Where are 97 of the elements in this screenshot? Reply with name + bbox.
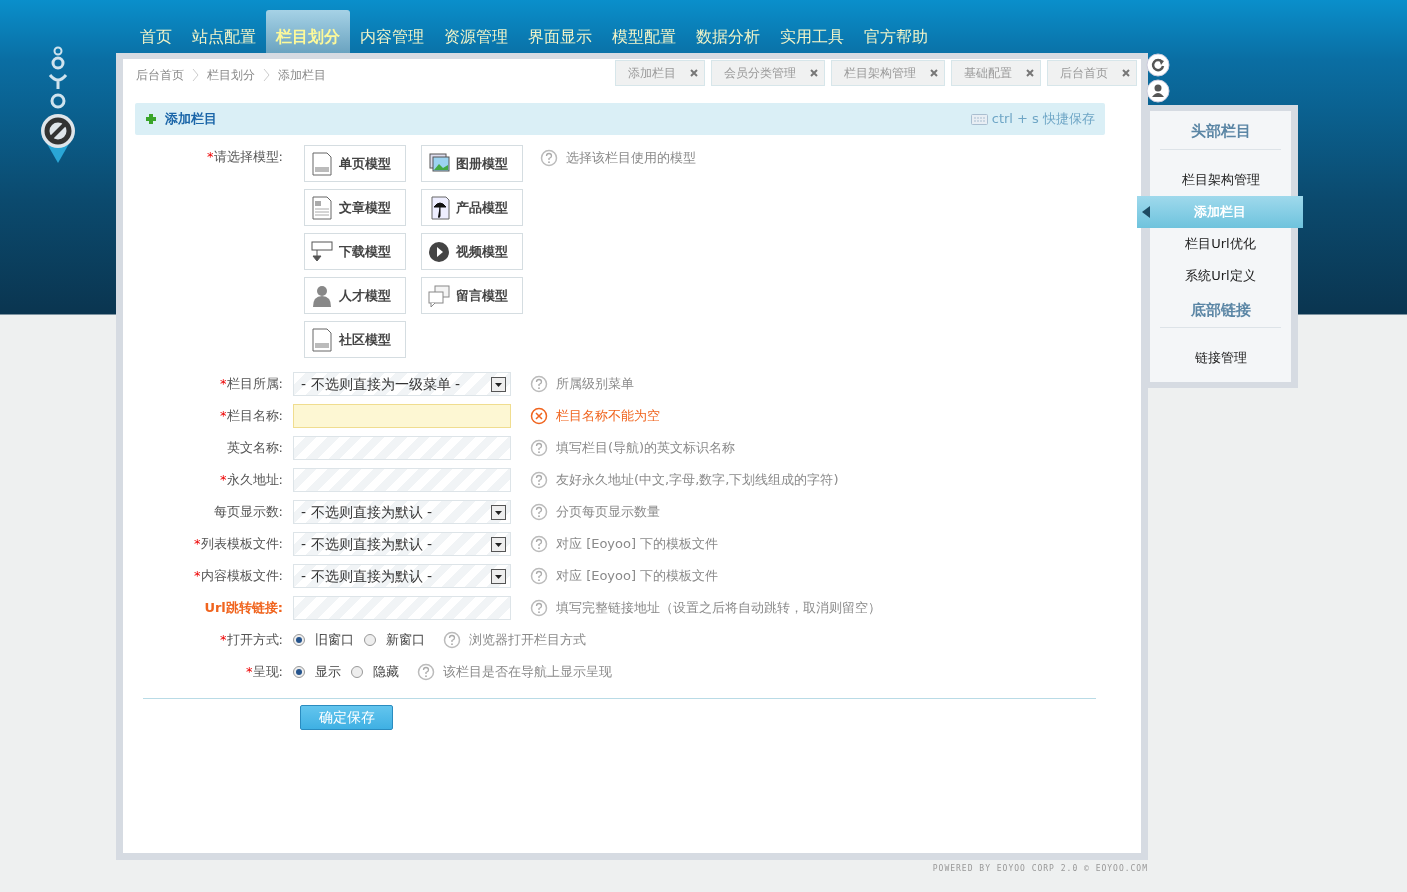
help-icon [530, 375, 548, 393]
document-icon [311, 195, 333, 220]
nav-tab[interactable]: 实用工具 [770, 10, 854, 53]
breadcrumb-link[interactable]: 添加栏目 [278, 66, 326, 84]
page-icon [311, 327, 333, 352]
nav-tab[interactable]: 资源管理 [434, 10, 518, 53]
input-field[interactable] [293, 468, 511, 492]
field-label: 英文名称: [225, 439, 284, 458]
close-icon [1122, 69, 1130, 77]
model-button[interactable]: 下载模型 [304, 233, 406, 270]
radio-button[interactable] [293, 666, 305, 678]
panel-title: 添加栏目 [165, 110, 217, 129]
nav-tab[interactable]: 内容管理 [350, 10, 434, 53]
nav-tab[interactable]: 官方帮助 [854, 10, 938, 53]
play-icon [428, 239, 450, 264]
nav-tab[interactable]: 站点配置 [182, 10, 266, 53]
sidebar-heading: 头部栏目 [1160, 117, 1281, 150]
hint-text: 对应 [Eoyoo] 下的模板文件 [556, 535, 719, 554]
footer-text: POWERED BY EOYOO CORP 2.0 © EOYOO.COM [931, 863, 1148, 875]
help-icon [530, 599, 548, 617]
breadcrumb-link[interactable]: 后台首页 [136, 66, 184, 84]
page-icon [311, 151, 333, 176]
sidebar-item[interactable]: 链接管理 [1150, 342, 1291, 374]
dropdown[interactable]: - 不选则直接为默认 - [293, 500, 511, 524]
breadcrumb-link[interactable]: 栏目划分 [207, 66, 255, 84]
radio-label[interactable]: 旧窗口 [315, 630, 354, 650]
model-button[interactable]: 产品模型 [421, 189, 523, 226]
radio-label[interactable]: 隐藏 [373, 662, 399, 682]
field-label: *内容模板文件: [193, 567, 284, 586]
close-icon [1026, 69, 1034, 77]
dropdown[interactable]: - 不选则直接为一级菜单 - [293, 372, 511, 396]
help-icon [443, 631, 461, 649]
download-icon [311, 239, 333, 264]
input-field[interactable] [293, 436, 511, 460]
help-icon [530, 567, 548, 585]
help-icon [417, 663, 435, 681]
field-label: *请选择模型: [206, 148, 284, 166]
sidebar-item[interactable]: 系统Url定义 [1150, 259, 1291, 292]
radio-label[interactable]: 显示 [315, 662, 341, 682]
error-message: 栏目名称不能为空 [556, 407, 660, 426]
hint-text: 对应 [Eoyoo] 下的模板文件 [556, 567, 719, 586]
input-field[interactable] [293, 404, 511, 428]
error-icon [530, 407, 548, 425]
hint-text: 浏览器打开栏目方式 [469, 631, 586, 650]
model-button[interactable]: 图册模型 [421, 145, 523, 182]
chevron-icon [263, 69, 270, 81]
dropdown[interactable]: - 不选则直接为默认 - [293, 564, 511, 588]
radio-label[interactable]: 新窗口 [386, 630, 425, 650]
nav-tab[interactable]: 界面显示 [518, 10, 602, 53]
triangle-icon [1142, 205, 1150, 218]
nav-tab[interactable]: 数据分析 [686, 10, 770, 53]
hint-text: 友好永久地址(中文,字母,数字,下划线组成的字符) [556, 471, 839, 490]
hint-text: 填写栏目(导航)的英文标识名称 [556, 439, 736, 458]
help-icon [530, 503, 548, 521]
radio-button[interactable] [351, 666, 363, 678]
model-button[interactable]: 视频模型 [421, 233, 523, 270]
sidebar-heading: 底部链接 [1160, 295, 1281, 328]
sidebar-item[interactable]: 栏目架构管理 [1150, 163, 1291, 196]
help-icon [540, 148, 558, 167]
help-icon [530, 471, 548, 489]
hint-text: 填写完整链接地址（设置之后将自动跳转，取消则留空） [556, 599, 881, 618]
close-icon [930, 69, 938, 77]
field-label: Url跳转链接: [203, 599, 284, 618]
chat-icon [428, 283, 450, 308]
nav-tab[interactable]: 模型配置 [602, 10, 686, 53]
hint-text: 选择该栏目使用的模型 [566, 149, 696, 167]
model-button[interactable]: 社区模型 [304, 321, 406, 358]
model-button[interactable]: 留言模型 [421, 277, 523, 314]
help-icon [530, 439, 548, 457]
field-label: 每页显示数: [212, 503, 284, 522]
model-button[interactable]: 单页模型 [304, 145, 406, 182]
sidebar-item[interactable]: 栏目Url优化 [1150, 227, 1291, 260]
close-icon [810, 69, 818, 77]
input-field[interactable] [293, 596, 511, 620]
dropdown[interactable]: - 不选则直接为默认 - [293, 532, 511, 556]
radio-button[interactable] [293, 634, 305, 646]
field-label: *栏目名称: [219, 407, 284, 426]
hint-text: 该栏目是否在导航上显示呈现 [443, 663, 612, 682]
radio-button[interactable] [364, 634, 376, 646]
field-label: *打开方式: [219, 631, 284, 650]
close-icon [690, 69, 698, 77]
chevron-icon [192, 69, 199, 81]
field-label: *呈现: [245, 663, 284, 682]
field-label: *栏目所属: [219, 375, 284, 394]
model-button[interactable]: 人才模型 [304, 277, 406, 314]
field-label: *永久地址: [219, 471, 284, 490]
nav-tab[interactable]: 首页 [130, 10, 182, 53]
shortcut-hint: ctrl + s 快捷保存 [991, 110, 1095, 129]
person-icon [311, 283, 333, 308]
plus-icon [145, 113, 157, 125]
help-icon [530, 535, 548, 553]
keyboard-icon [970, 113, 988, 125]
umbrella-icon [428, 195, 450, 220]
hint-text: 分页每页显示数量 [556, 503, 660, 522]
model-button[interactable]: 文章模型 [304, 189, 406, 226]
field-label: *列表模板文件: [193, 535, 284, 554]
hint-text: 所属级别菜单 [556, 375, 634, 394]
